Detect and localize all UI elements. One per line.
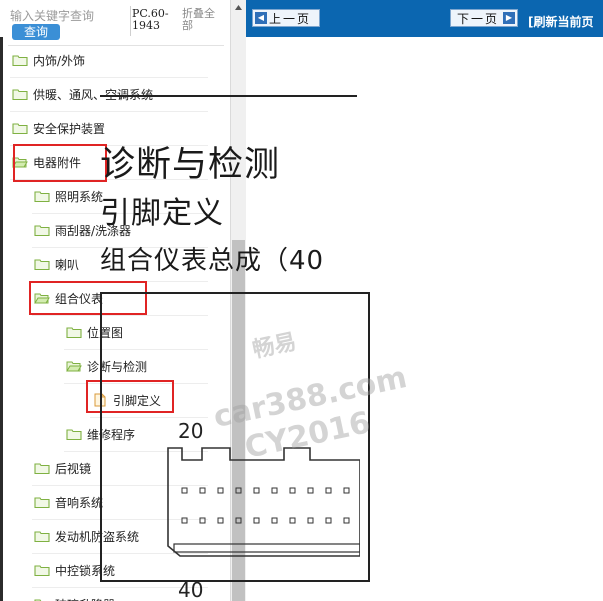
pin-number-40: 40	[178, 578, 204, 601]
tree-item-label: 喇叭	[55, 257, 80, 272]
connector-pin	[289, 517, 296, 524]
folder-icon	[12, 123, 28, 135]
folder-icon	[66, 327, 82, 339]
document-heading-1: 诊断与检测	[100, 145, 281, 185]
tree-item-label: 照明系统	[55, 189, 104, 204]
connector-pin	[199, 517, 206, 524]
heading-rule	[100, 95, 357, 97]
next-page-label: 下一页	[457, 11, 500, 26]
folder-icon	[12, 89, 28, 101]
connector-pin	[199, 487, 206, 494]
document-heading-2: 引脚定义	[100, 196, 224, 231]
connector-pin	[181, 517, 188, 524]
connector-pin	[289, 487, 296, 494]
connector-pin	[181, 487, 188, 494]
connector-pin	[343, 517, 350, 524]
folder-icon	[34, 497, 50, 509]
folder-icon	[34, 531, 50, 543]
connector-pin	[271, 517, 278, 524]
folder-icon	[34, 463, 50, 475]
connector-pin	[271, 487, 278, 494]
previous-page-label: 上一页	[269, 11, 312, 26]
connector-pin	[325, 487, 332, 494]
connector-pin	[325, 517, 332, 524]
app-window: 查询 PC.60-1943 折叠全部 内饰/外饰供暖、通风、空调系统安全保护装置…	[0, 0, 603, 601]
tree-item-label: 安全保护装置	[33, 121, 106, 136]
next-page-button[interactable]: 下一页 ▶	[450, 9, 518, 27]
folder-icon	[34, 225, 50, 237]
document-heading-3: 组合仪表总成（40	[100, 246, 325, 276]
tree-item[interactable]: 喇叭	[34, 253, 79, 275]
connector-outline	[167, 447, 360, 557]
connector-latch	[173, 543, 360, 553]
connector-pin	[307, 487, 314, 494]
connector-drawing	[167, 447, 360, 557]
folder-open-icon	[66, 361, 82, 372]
connector-pin	[343, 487, 350, 494]
tree-row-divider	[10, 77, 208, 78]
connector-pins	[181, 487, 350, 524]
tree-item[interactable]: 安全保护装置	[12, 117, 105, 139]
folder-icon	[34, 565, 50, 577]
search-button[interactable]: 查询	[12, 24, 60, 40]
tree-item[interactable]: 内饰/外饰	[12, 49, 85, 71]
viewer-toolbar: ◀ 上一页 下一页 ▶ [刷新当前页	[246, 0, 603, 37]
folder-icon	[34, 259, 50, 271]
arrow-left-icon: ◀	[255, 12, 267, 24]
collapse-all-link[interactable]: 折叠全部	[182, 8, 224, 32]
connector-pin	[217, 517, 224, 524]
tree-item-label: 内饰/外饰	[33, 53, 86, 68]
search-input[interactable]	[10, 8, 100, 24]
folder-icon	[34, 599, 50, 601]
connector-pin	[307, 517, 314, 524]
highlight-box-electrical	[13, 144, 107, 182]
folder-icon	[66, 429, 82, 441]
document-border	[0, 37, 3, 601]
tree-item-label: 玻璃升降器	[55, 596, 115, 601]
connector-pin	[253, 517, 260, 524]
connector-pin	[253, 487, 260, 494]
pc-code-label: PC.60-1943	[132, 7, 169, 32]
tree-item-label: 供暖、通风、空调系统	[33, 87, 154, 102]
tree-item-label: 音响系统	[55, 495, 104, 510]
previous-page-button[interactable]: ◀ 上一页	[252, 9, 320, 27]
tree-item[interactable]: 照明系统	[34, 185, 103, 207]
tree-item[interactable]: 音响系统	[34, 491, 103, 513]
connector-pin	[217, 487, 224, 494]
tree-item[interactable]: 供暖、通风、空调系统	[12, 83, 153, 105]
scroll-up-arrow[interactable]	[231, 0, 246, 16]
tree-item-label: 后视镜	[55, 461, 92, 476]
separator	[130, 6, 131, 36]
folder-icon	[12, 55, 28, 67]
search-bar: 查询 PC.60-1943 折叠全部	[0, 0, 228, 44]
tree-item[interactable]: 后视镜	[34, 457, 91, 479]
tree-row-divider	[10, 111, 208, 112]
connector-pin	[235, 517, 242, 524]
connector-pin	[235, 487, 242, 494]
arrow-right-icon: ▶	[503, 12, 515, 24]
folder-icon	[34, 191, 50, 203]
divider	[8, 45, 224, 46]
refresh-page-link[interactable]: [刷新当前页	[528, 13, 594, 30]
tree-item[interactable]: 玻璃升降器	[34, 593, 115, 601]
